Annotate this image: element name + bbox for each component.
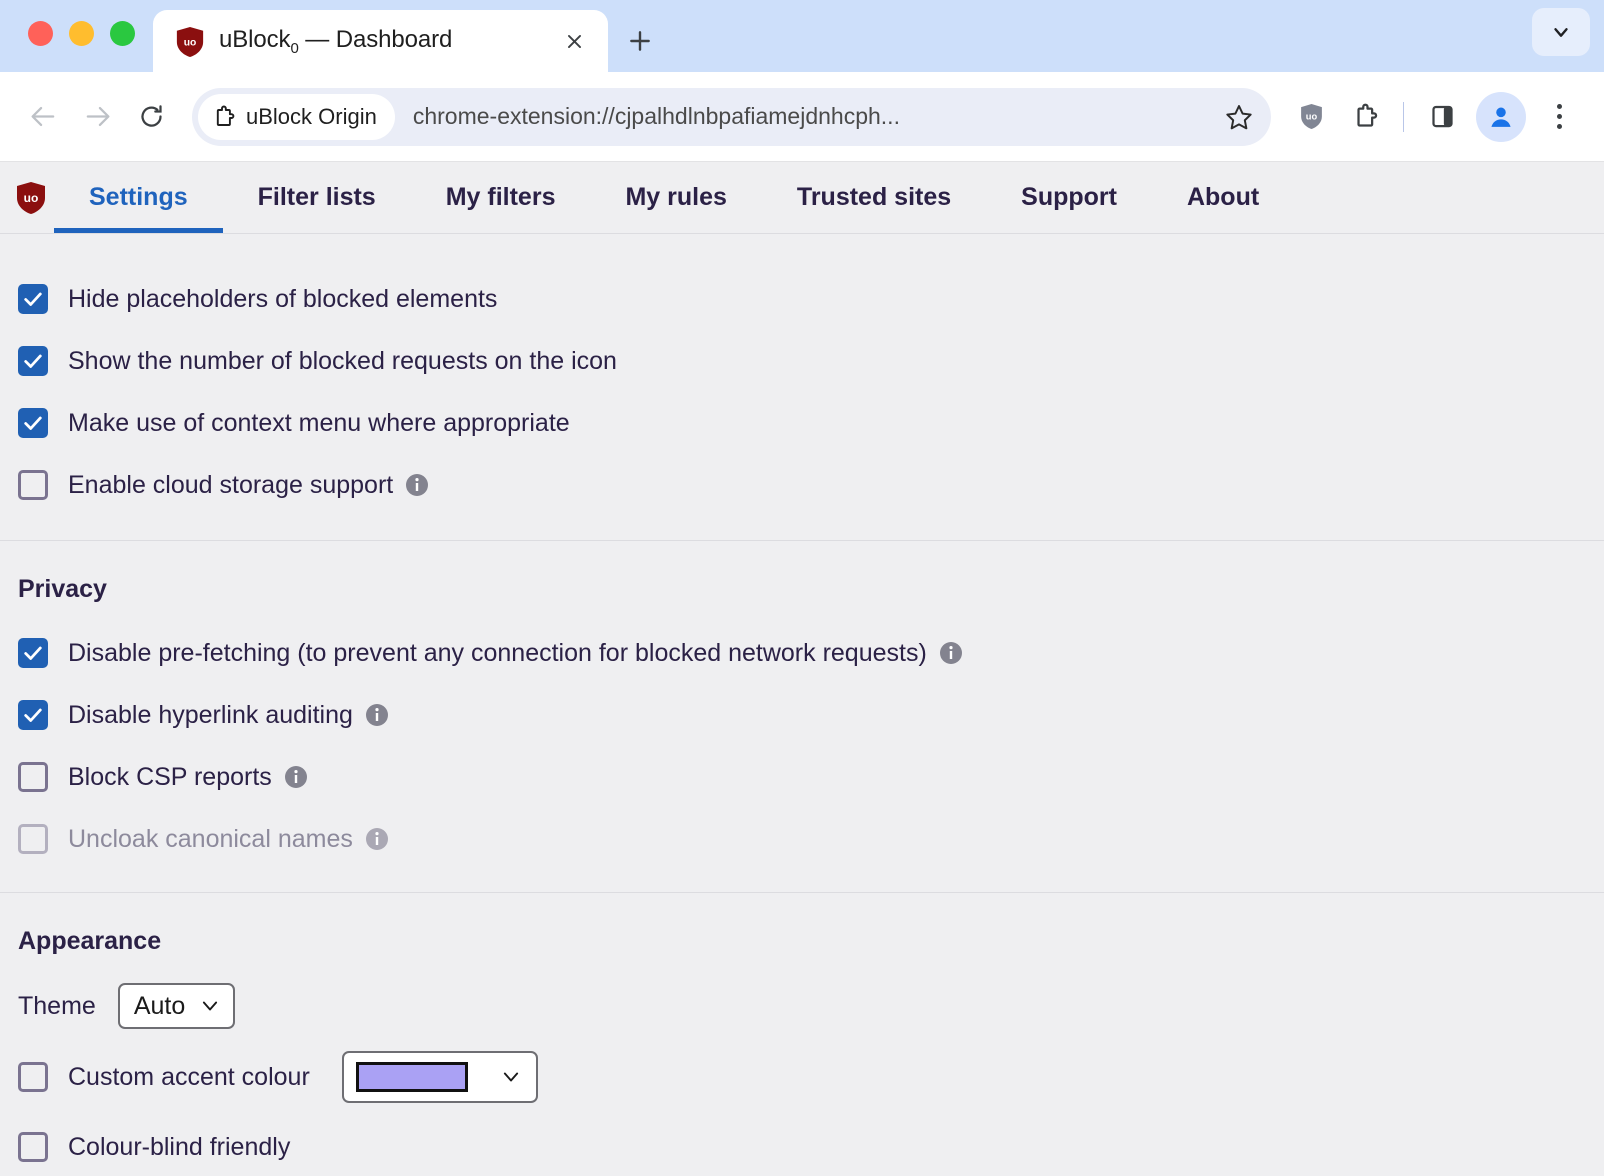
checkbox-unchecked-icon[interactable] (18, 470, 48, 500)
dashboard-nav-tabs: uо Settings Filter lists My filters My r… (0, 162, 1604, 234)
side-panel-button[interactable] (1416, 91, 1468, 143)
new-tab-button[interactable] (608, 10, 672, 72)
option-hide-placeholders[interactable]: Hide placeholders of blocked elements (0, 268, 1604, 330)
appearance-section-title: Appearance (18, 927, 162, 955)
option-disable-hyperlink-auditing[interactable]: Disable hyperlink auditing (0, 684, 1604, 746)
tab-search-button[interactable] (1532, 8, 1590, 56)
svg-text:uо: uо (24, 191, 39, 205)
theme-label: Theme (18, 991, 96, 1020)
appearance-settings-group: Appearance Theme Auto Custom accent colo… (0, 893, 1604, 1176)
option-label: Disable hyperlink auditing (68, 701, 389, 730)
info-icon[interactable] (939, 641, 963, 665)
checkbox-checked-icon[interactable] (18, 638, 48, 668)
svg-text:uо: uо (184, 38, 197, 49)
browser-tab-strip: uо uBlock0 — Dashboard (0, 0, 1604, 72)
back-button[interactable] (16, 90, 70, 144)
tab-trusted-sites[interactable]: Trusted sites (762, 162, 986, 233)
arrow-left-icon (30, 106, 54, 127)
address-bar[interactable]: uBlock Origin chrome-extension://cjpalhd… (192, 87, 1271, 146)
option-label: Disable pre-fetching (to prevent any con… (68, 639, 963, 668)
info-icon[interactable] (365, 827, 389, 851)
info-icon[interactable] (284, 765, 308, 789)
account-avatar-icon (1491, 107, 1511, 127)
chevron-down-icon (1554, 28, 1568, 37)
option-show-blocked-count[interactable]: Show the number of blocked requests on t… (0, 330, 1604, 392)
puzzle-piece-icon (216, 105, 235, 126)
theme-select[interactable]: Auto (117, 983, 236, 1029)
accent-colour-picker[interactable] (341, 1051, 538, 1103)
browser-tab-title: uBlock0 — Dashboard (219, 25, 453, 57)
extensions-button[interactable] (1339, 91, 1391, 143)
custom-accent-colour-label: Custom accent colour (68, 1062, 310, 1091)
theme-setting-row: Theme Auto (0, 974, 1604, 1038)
info-icon[interactable] (405, 473, 429, 497)
tab-support[interactable]: Support (986, 162, 1152, 233)
extension-origin-chip[interactable]: uBlock Origin (198, 93, 395, 140)
theme-select-value: Auto (133, 991, 186, 1020)
arrow-right-icon (86, 106, 110, 127)
browser-toolbar: uBlock Origin chrome-extension://cjpalhd… (0, 72, 1604, 162)
accent-colour-swatch[interactable] (355, 1062, 468, 1092)
checkbox-checked-icon[interactable] (18, 346, 48, 376)
checkbox-unchecked-icon[interactable] (18, 762, 48, 792)
checkbox-checked-icon[interactable] (18, 700, 48, 730)
puzzle-piece-icon (1356, 103, 1377, 127)
checkbox-unchecked-icon[interactable] (18, 1062, 48, 1092)
url-text[interactable]: chrome-extension://cjpalhdlnbpafiamejdnh… (395, 103, 1215, 130)
option-label: Block CSP reports (68, 763, 308, 792)
tab-my-rules[interactable]: My rules (590, 162, 761, 233)
tab-filter-lists[interactable]: Filter lists (223, 162, 411, 233)
option-colour-blind-friendly[interactable]: Colour-blind friendly (0, 1116, 1604, 1176)
close-window-button[interactable] (28, 21, 53, 46)
toolbar-actions: uо (1285, 91, 1582, 143)
bookmark-star-icon[interactable] (1215, 93, 1263, 141)
window-traffic-lights (0, 21, 153, 72)
chevron-down-icon (203, 1001, 218, 1011)
privacy-settings-group: Privacy Disable pre-fetching (to prevent… (0, 541, 1604, 892)
chevron-down-icon (503, 1072, 518, 1082)
option-label: Colour-blind friendly (68, 1132, 291, 1161)
custom-accent-colour-row: Custom accent colour (0, 1038, 1604, 1116)
settings-content: Hide placeholders of blocked elements Sh… (0, 234, 1604, 1176)
option-label: Make use of context menu where appropria… (68, 408, 570, 437)
option-cloud-storage[interactable]: Enable cloud storage support (0, 454, 1604, 516)
checkbox-unchecked-icon[interactable] (18, 1132, 48, 1162)
maximize-window-button[interactable] (110, 21, 135, 46)
option-disable-prefetching[interactable]: Disable pre-fetching (to prevent any con… (0, 622, 1604, 684)
checkbox-checked-icon[interactable] (18, 408, 48, 438)
checkbox-checked-icon[interactable] (18, 284, 48, 314)
ublock-shield-icon: uо (1300, 104, 1322, 129)
svg-text:uо: uо (1305, 112, 1317, 122)
option-label: Show the number of blocked requests on t… (68, 346, 617, 375)
toolbar-divider (1403, 101, 1404, 132)
option-context-menu[interactable]: Make use of context menu where appropria… (0, 392, 1604, 454)
general-settings-group: Hide placeholders of blocked elements Sh… (0, 234, 1604, 540)
ublock-dashboard-page: uо Settings Filter lists My filters My r… (0, 162, 1604, 1176)
option-label: Uncloak canonical names (68, 825, 389, 854)
reload-icon (140, 105, 162, 127)
extension-chip-label: uBlock Origin (246, 103, 377, 129)
option-label: Enable cloud storage support (68, 471, 429, 500)
browser-tab-ublock-dashboard[interactable]: uо uBlock0 — Dashboard (153, 10, 608, 72)
ublock-shield-logo: uо (8, 162, 54, 233)
browser-window: uо uBlock0 — Dashboard uBlock Origin chr… (0, 0, 1604, 1176)
option-uncloak-canonical-names: Uncloak canonical names (0, 808, 1604, 870)
option-label: Hide placeholders of blocked elements (68, 284, 498, 313)
ublock-extension-button[interactable]: uо (1285, 91, 1337, 143)
profile-avatar[interactable] (1476, 91, 1526, 142)
checkbox-unchecked-icon (18, 824, 48, 854)
privacy-section-title: Privacy (18, 575, 107, 603)
forward-button[interactable] (70, 90, 124, 144)
reload-button[interactable] (124, 90, 178, 144)
minimize-window-button[interactable] (69, 21, 94, 46)
tab-my-filters[interactable]: My filters (411, 162, 591, 233)
close-icon[interactable] (556, 23, 592, 59)
ublock-shield-icon: uо (175, 26, 205, 57)
option-block-csp-reports[interactable]: Block CSP reports (0, 746, 1604, 808)
side-panel-icon (1431, 105, 1453, 128)
tab-about[interactable]: About (1152, 162, 1294, 233)
info-icon[interactable] (365, 703, 389, 727)
three-dot-menu-icon[interactable] (1536, 92, 1582, 142)
tab-settings[interactable]: Settings (54, 162, 223, 233)
